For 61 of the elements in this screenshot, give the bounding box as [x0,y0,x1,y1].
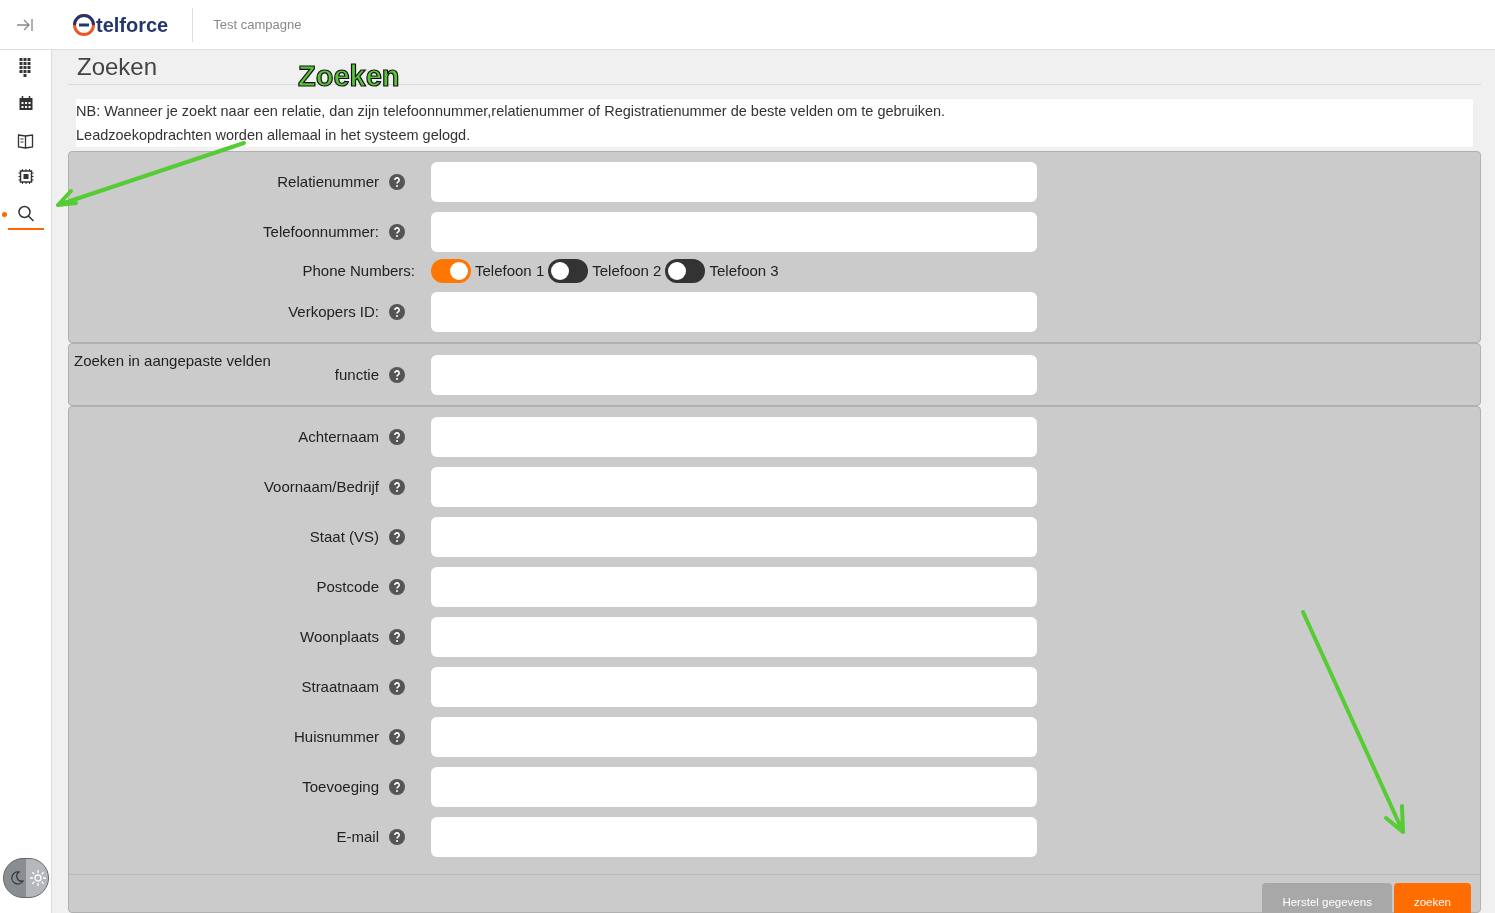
input-field[interactable] [431,517,1037,557]
help-icon [389,679,405,695]
help-icon [389,479,405,495]
field-label: Telefoonnummer: [262,221,379,242]
field-label: E-mail [335,826,379,847]
toggle-label: Telefoon 2 [592,260,662,281]
field-label: Straatnaam [300,676,379,697]
section-title: Zoeken in aangepaste velden [73,352,272,370]
help-icon [389,367,405,383]
theme-toggle[interactable] [3,858,49,898]
field-label: Toevoeging [301,776,379,797]
help-icon [389,829,405,845]
help-icon [389,529,405,545]
input-field[interactable] [431,817,1037,857]
notice-text: Leadzoekopdrachten worden allemaal in het systeem gelogd. [76,126,472,145]
help-icon [389,429,405,445]
campaign-name: Test campagne [213,15,302,34]
field-label: functie [333,364,379,385]
book-icon [17,131,35,151]
toggle-switch[interactable] [548,259,589,283]
input-field[interactable] [431,355,1037,395]
input-field[interactable] [431,212,1037,252]
field-label: Verkopers ID: [287,301,379,322]
input-field[interactable] [431,162,1037,202]
toggle-label: Telefoon 1 [475,260,545,281]
field-label: Huisnummer [292,726,379,747]
help-icon [389,779,405,795]
notice-text: NB: Wanneer je zoekt naar een relatie, dan zijn telefoonnummer,relatienummer of Registratienummer de beste velden om te gebruiken. [76,102,947,121]
toggle-label: Telefoon 3 [709,260,779,281]
toggle-switch[interactable] [665,259,706,283]
help-icon [389,304,405,320]
annotation-label: Zoeken [298,60,400,92]
input-field[interactable] [431,292,1037,332]
input-field[interactable] [431,417,1037,457]
input-field[interactable] [431,567,1037,607]
field-label: Relatienummer [276,171,379,192]
field-label: Postcode [315,576,379,597]
field-label: Achternaam [297,426,379,447]
input-field[interactable] [431,717,1037,757]
page-title: Zoeken [77,52,158,82]
input-field[interactable] [431,767,1037,807]
field-label: Phone Numbers: [301,260,415,281]
input-field[interactable] [431,667,1037,707]
moon-icon [10,871,24,885]
help-icon [389,174,405,190]
brand-name: telforce [96,12,169,38]
logo-icon [72,12,96,37]
search-button[interactable]: zoeken [1393,883,1471,913]
sun-icon [30,870,46,886]
field-label: Woonplaats [299,626,379,647]
reset-button[interactable]: Herstel gegevens [1262,883,1392,913]
help-icon [389,579,405,595]
toggle-switch[interactable] [431,259,471,283]
input-field[interactable] [431,617,1037,657]
field-label: Voornaam/Bedrijf [262,476,379,497]
collapse-icon[interactable] [16,17,34,32]
field-label: Staat (VS) [308,526,379,547]
input-field[interactable] [431,467,1037,507]
help-icon [389,629,405,645]
help-icon [389,224,405,240]
help-icon [389,729,405,745]
